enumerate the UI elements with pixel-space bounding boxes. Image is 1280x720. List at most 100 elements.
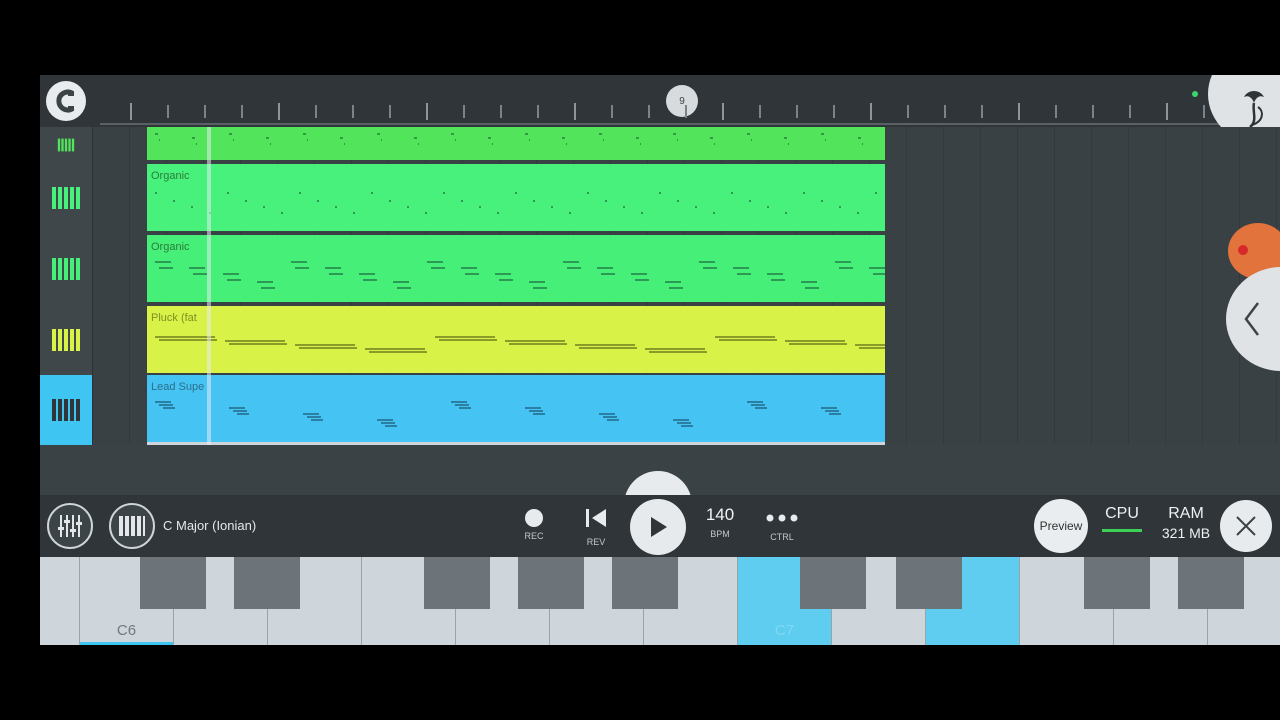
grid-line bbox=[943, 233, 944, 304]
timeline-ruler[interactable]: 9 bbox=[40, 75, 1280, 145]
piano-keys-icon[interactable] bbox=[40, 375, 93, 445]
black-key[interactable] bbox=[1178, 557, 1244, 609]
note-mark bbox=[569, 212, 571, 214]
note-mark bbox=[640, 143, 641, 145]
white-key[interactable] bbox=[40, 557, 80, 645]
note-mark bbox=[505, 340, 565, 342]
ruler-tick bbox=[870, 103, 872, 120]
note-mark bbox=[875, 192, 877, 194]
piano-keys-icon[interactable] bbox=[40, 127, 93, 162]
track-row[interactable]: Pluck (fat bbox=[40, 304, 1280, 377]
note-mark bbox=[825, 139, 826, 141]
black-key[interactable] bbox=[140, 557, 206, 609]
note-mark bbox=[677, 200, 679, 202]
note-mark bbox=[857, 212, 859, 214]
black-key[interactable] bbox=[800, 557, 866, 609]
grid-line bbox=[1054, 127, 1055, 162]
note-mark bbox=[193, 273, 207, 275]
piano-keys-icon[interactable] bbox=[40, 304, 93, 375]
note-mark bbox=[767, 206, 769, 208]
note-mark bbox=[479, 206, 481, 208]
playhead[interactable] bbox=[207, 127, 211, 445]
clip-label: Organic bbox=[151, 170, 190, 182]
note-mark bbox=[733, 267, 749, 269]
pattern-clip[interactable]: Lead Supe bbox=[147, 375, 885, 445]
track-row[interactable]: Organic bbox=[40, 162, 1280, 235]
grid-line bbox=[943, 375, 944, 445]
black-key[interactable] bbox=[896, 557, 962, 609]
note-mark bbox=[377, 419, 393, 421]
track-row[interactable]: Lead Supe bbox=[40, 375, 1280, 447]
grid-line bbox=[1165, 304, 1166, 375]
note-mark bbox=[353, 212, 355, 214]
ram-value: 321 MB bbox=[1161, 525, 1211, 541]
chevron-left-icon bbox=[1244, 302, 1259, 336]
ctrl-button[interactable]: CTRL bbox=[762, 501, 802, 542]
black-key[interactable] bbox=[1084, 557, 1150, 609]
note-mark bbox=[245, 200, 247, 202]
rewind-button[interactable]: REV bbox=[580, 501, 612, 547]
pattern-clip[interactable]: Organic bbox=[147, 164, 885, 231]
tempo-display[interactable]: 140 BPM bbox=[698, 505, 742, 539]
piano-keyboard[interactable]: C6 C7 bbox=[40, 557, 1280, 645]
close-button[interactable] bbox=[1220, 500, 1272, 552]
record-button[interactable]: REC bbox=[520, 501, 548, 541]
cpu-meter: CPU bbox=[1098, 505, 1146, 532]
grid-line bbox=[1202, 304, 1203, 375]
note-mark bbox=[407, 206, 409, 208]
ruler-tick bbox=[537, 105, 539, 118]
note-mark bbox=[699, 261, 715, 263]
track-row[interactable] bbox=[40, 127, 1280, 164]
note-mark bbox=[784, 137, 787, 139]
note-mark bbox=[509, 343, 567, 345]
grid-line bbox=[906, 233, 907, 304]
ruler-tick bbox=[278, 103, 280, 120]
note-mark bbox=[196, 143, 197, 145]
pattern-clip[interactable]: Organic bbox=[147, 235, 885, 302]
note-mark bbox=[789, 343, 847, 345]
note-mark bbox=[303, 413, 319, 415]
play-button[interactable] bbox=[630, 499, 686, 555]
bar-position-marker[interactable]: 9 bbox=[666, 85, 698, 117]
grid-line bbox=[129, 162, 130, 233]
black-key[interactable] bbox=[612, 557, 678, 609]
note-mark bbox=[377, 133, 380, 135]
note-mark bbox=[495, 273, 511, 275]
note-mark bbox=[801, 281, 817, 283]
note-mark bbox=[525, 407, 541, 409]
bpm-value: 140 bbox=[705, 505, 735, 524]
piano-keys-icon[interactable] bbox=[40, 162, 93, 233]
grid-line bbox=[1091, 233, 1092, 304]
playlist-tracks[interactable]: Organic Organic Pluck (fat Lead Supe bbox=[40, 127, 1280, 447]
grid-line bbox=[1165, 375, 1166, 445]
track-row[interactable]: Organic bbox=[40, 233, 1280, 306]
note-mark bbox=[677, 139, 678, 141]
note-mark bbox=[669, 287, 683, 289]
mixer-button[interactable] bbox=[47, 503, 93, 549]
note-mark bbox=[603, 139, 604, 141]
record-label: REC bbox=[524, 531, 544, 541]
grid-line bbox=[1091, 127, 1092, 162]
note-mark bbox=[821, 133, 824, 135]
grid-line bbox=[1091, 375, 1092, 445]
piano-roll-button[interactable] bbox=[109, 503, 155, 549]
note-mark bbox=[749, 200, 751, 202]
active-octave-indicator bbox=[80, 642, 173, 645]
black-key[interactable] bbox=[424, 557, 490, 609]
grid-line bbox=[943, 127, 944, 162]
note-mark bbox=[155, 133, 158, 135]
note-mark bbox=[159, 267, 173, 269]
black-key[interactable] bbox=[518, 557, 584, 609]
piano-keys-icon[interactable] bbox=[40, 233, 93, 304]
grid-line bbox=[943, 304, 944, 375]
black-key[interactable] bbox=[234, 557, 300, 609]
note-mark bbox=[747, 401, 763, 403]
magnet-snap-icon[interactable] bbox=[46, 81, 86, 121]
scale-selector[interactable]: C Major (Ionian) bbox=[163, 518, 256, 533]
preview-button[interactable]: Preview bbox=[1034, 499, 1088, 553]
ruler-tick bbox=[1092, 105, 1094, 118]
pattern-clip[interactable] bbox=[147, 127, 885, 160]
note-mark bbox=[335, 206, 337, 208]
note-mark bbox=[839, 267, 853, 269]
pattern-clip[interactable]: Pluck (fat bbox=[147, 306, 885, 373]
